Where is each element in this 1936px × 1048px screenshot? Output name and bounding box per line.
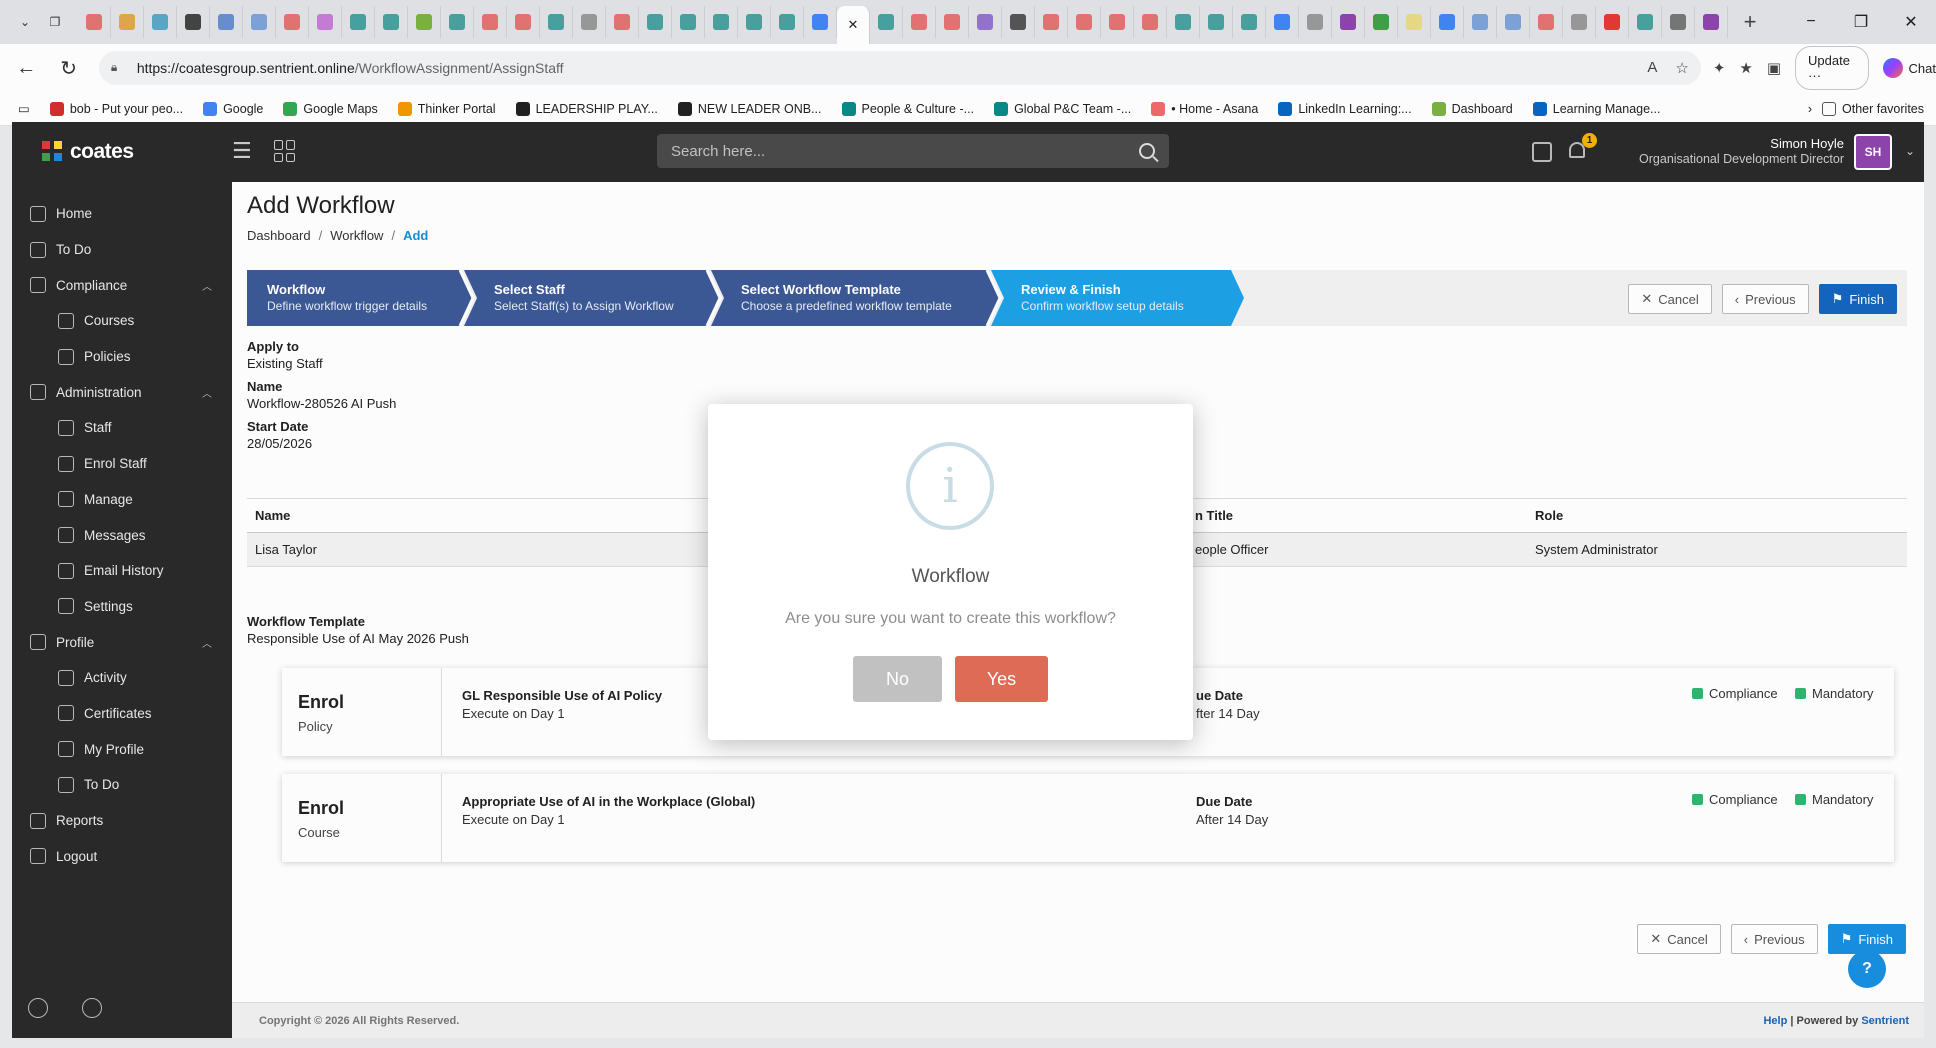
modal-overlay: i Workflow Are you sure you want to crea…	[0, 0, 1936, 1048]
yes-button[interactable]: Yes	[955, 656, 1048, 702]
dialog-title: Workflow	[911, 566, 990, 587]
confirm-dialog: i Workflow Are you sure you want to crea…	[708, 404, 1193, 740]
info-icon: i	[906, 442, 994, 530]
dialog-message: Are you sure you want to create this wor…	[785, 610, 1116, 627]
no-button[interactable]: No	[853, 656, 942, 702]
